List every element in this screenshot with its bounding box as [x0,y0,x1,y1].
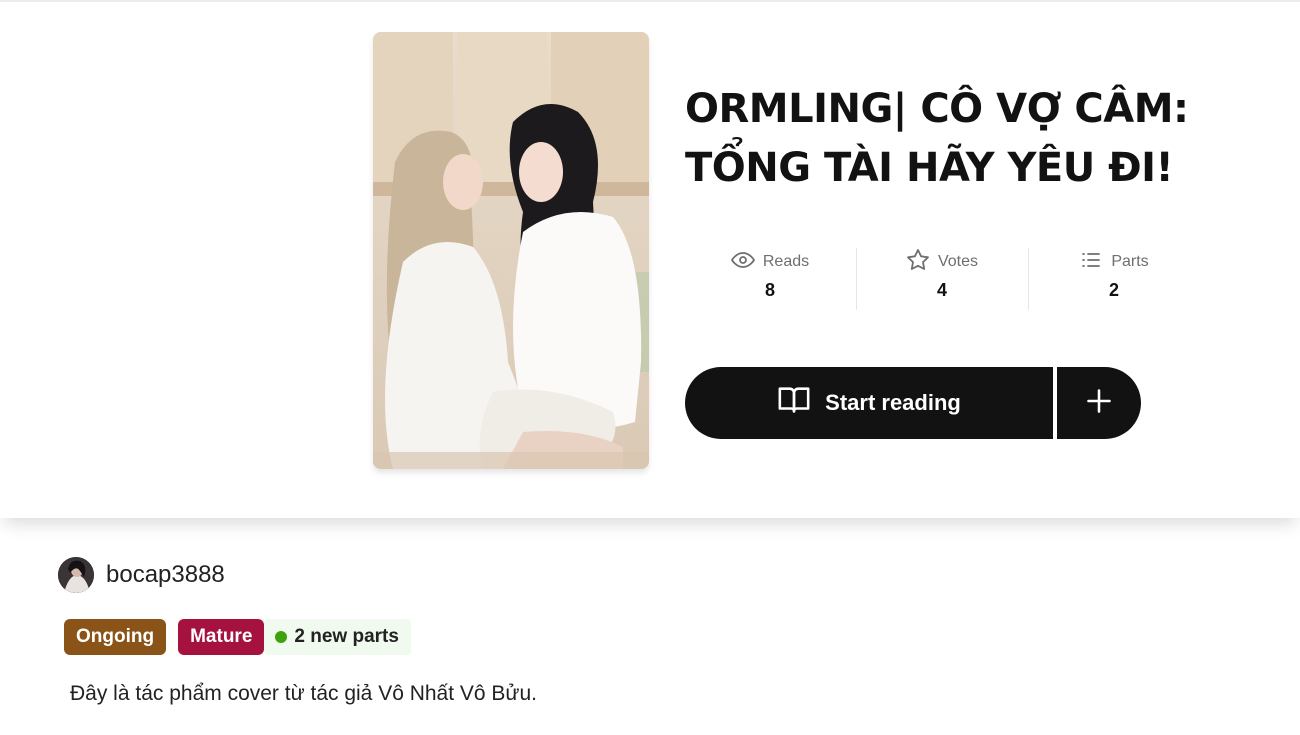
author-username[interactable]: bocap3888 [106,561,225,589]
stat-votes-value: 4 [936,280,947,300]
stat-votes-label: Votes [937,253,979,270]
story-stats: Reads 8 Votes 4 Parts 2 [685,248,1205,310]
status-badge: Ongoing [64,619,167,655]
mature-badge: Mature [178,619,265,655]
stat-parts-value: 2 [1108,280,1119,300]
story-description: Đây là tác phẩm cover từ tác giả Vô Nhất… [70,682,538,705]
star-icon [906,248,930,277]
story-tags: Ongoing Mature 2 new parts [64,619,411,655]
stat-reads: Reads 8 [685,248,855,310]
start-reading-label: Start reading [825,390,961,415]
stat-votes: Votes 4 [857,248,1027,310]
new-parts-label: 2 new parts [294,626,399,647]
plus-icon [1085,387,1113,420]
author-link[interactable]: bocap3888 [58,557,225,593]
new-parts-dot-icon [275,631,288,643]
story-title-line-2: TỔNG TÀI HÃY YÊU ĐI! [685,145,1174,191]
eye-icon [730,248,755,277]
stat-parts-label: Parts [1111,253,1149,270]
stat-reads-label: Reads [762,253,810,270]
start-reading-button[interactable]: Start reading [685,367,1053,439]
list-icon [1079,248,1103,277]
add-to-library-button[interactable] [1057,367,1141,439]
stat-parts: Parts 2 [1029,248,1199,310]
stat-reads-value: 8 [764,280,775,300]
story-title-line-1: ORMLING| CÔ VỢ CÂM: [685,86,1189,132]
new-parts-badge: 2 new parts [264,619,411,655]
author-avatar[interactable] [58,557,94,593]
story-cover-image[interactable] [373,32,649,469]
story-title: ORMLING| CÔ VỢ CÂM: TỔNG TÀI HÃY YÊU ĐI! [685,80,1205,198]
story-header: ORMLING| CÔ VỢ CÂM: TỔNG TÀI HÃY YÊU ĐI!… [0,2,1300,518]
open-book-icon [777,383,811,423]
cover-illustration [373,32,649,469]
